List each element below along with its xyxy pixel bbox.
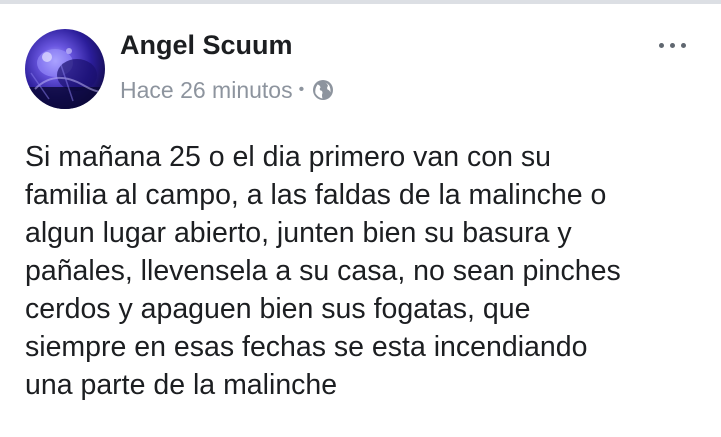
more-options-button[interactable]: [650, 34, 694, 56]
post-body-text: Si mañana 25 o el dia primero van con su…: [25, 141, 621, 401]
post-timestamp[interactable]: Hace 26 minutos: [120, 77, 293, 104]
avatar[interactable]: [25, 29, 105, 109]
meta-separator: •: [298, 81, 305, 98]
top-divider: [0, 0, 721, 4]
more-horizontal-icon: [658, 42, 664, 48]
globe-icon[interactable]: [311, 78, 335, 102]
more-dot: [669, 42, 675, 48]
author-name[interactable]: Angel Scuum: [120, 30, 293, 61]
avatar-image: [25, 48, 105, 109]
post-header: Angel Scuum Hace 26 minutos •: [25, 28, 695, 112]
post-meta: Hace 26 minutos •: [120, 75, 335, 105]
more-dot: [680, 42, 686, 48]
